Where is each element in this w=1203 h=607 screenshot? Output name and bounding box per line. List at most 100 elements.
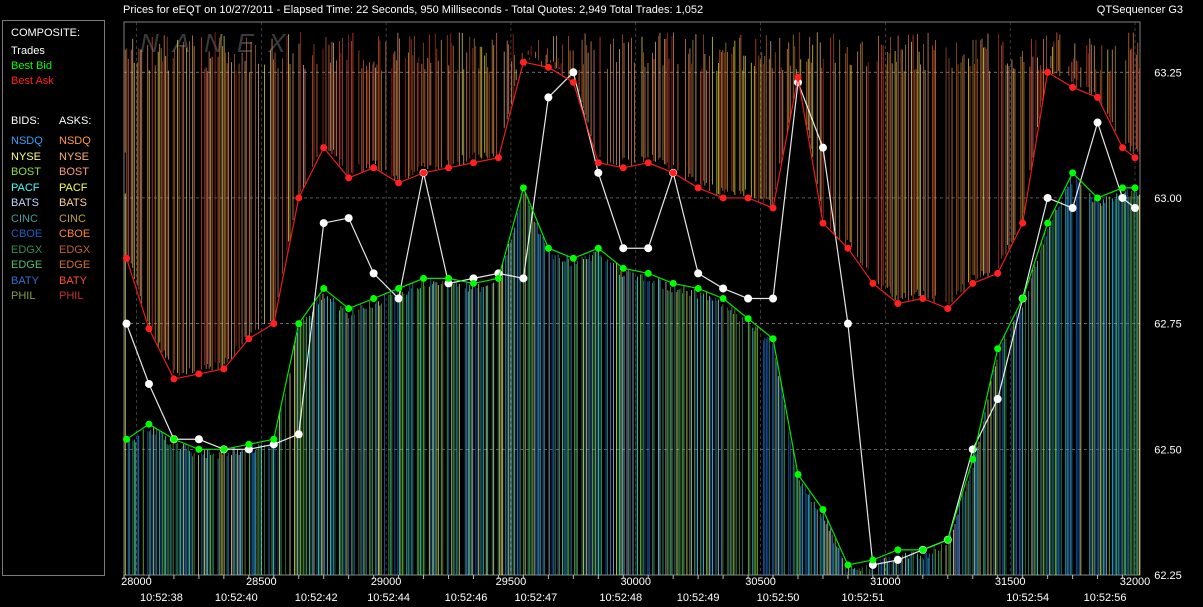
best-bid-point [445, 274, 453, 282]
x-tick-label: 30500 [745, 576, 776, 588]
best-bid-point [694, 284, 702, 292]
best-ask-point [1131, 154, 1139, 162]
best-ask-point [1044, 68, 1052, 76]
best-bid-point [270, 435, 278, 443]
best-bid-point [669, 279, 677, 287]
best-ask-point [644, 159, 652, 167]
best-bid-point [395, 284, 403, 292]
trades-point [319, 219, 328, 228]
best-bid-point [594, 244, 602, 252]
best-ask-point [719, 194, 727, 202]
trades-point [818, 143, 827, 152]
best-ask-point [819, 219, 827, 227]
time-tick-label: 10:52:42 [295, 592, 338, 604]
y-tick-label: 63.00 [1154, 193, 1182, 205]
best-bid-point [719, 295, 727, 302]
trades-point [1043, 193, 1052, 202]
best-ask-point [769, 204, 777, 212]
best-bid-point [1094, 194, 1102, 202]
time-tick-label: 10:52:48 [599, 592, 642, 604]
best-ask-point [122, 254, 130, 262]
time-tick-label: 10:52:44 [367, 592, 410, 604]
best-ask-point [994, 269, 1002, 277]
x-tick-label: 28500 [246, 576, 277, 588]
trades-point [394, 294, 403, 303]
best-bid-point [320, 284, 328, 292]
best-bid-point [944, 536, 952, 544]
trades-point [694, 269, 703, 278]
best-ask-point [944, 305, 952, 313]
best-bid-point [1069, 169, 1077, 177]
best-ask-point [794, 73, 802, 81]
best-bid-point [644, 269, 652, 277]
best-ask-point [420, 169, 428, 177]
trades-point [569, 68, 578, 77]
best-ask-point [1094, 93, 1102, 101]
best-bid-point [345, 305, 353, 313]
best-bid-point [619, 264, 627, 272]
trades-point [122, 319, 131, 328]
best-ask-point [544, 63, 552, 71]
best-bid-point [744, 315, 752, 323]
best-ask-point [145, 325, 153, 333]
trades-point [893, 555, 902, 564]
best-ask-point [594, 159, 602, 167]
best-ask-point [345, 174, 353, 182]
trades-point [843, 319, 852, 328]
y-tick-label: 62.50 [1154, 444, 1182, 456]
best-ask-point [270, 320, 278, 328]
time-tick-label: 10:52:51 [841, 592, 884, 604]
best-ask-point [969, 279, 977, 287]
trades-point [144, 379, 153, 388]
best-bid-point [569, 254, 577, 262]
best-bid-point [370, 295, 378, 302]
best-ask-point [619, 164, 627, 172]
trades-point [369, 269, 378, 278]
time-tick-label: 10:52:46 [445, 592, 488, 604]
price-chart: NANEX 62.2562.5062.7563.0063.2528000 2850… [121, 21, 1182, 604]
best-bid-point [122, 435, 130, 443]
best-ask-point [445, 164, 453, 172]
trades-point [769, 294, 778, 303]
trades-point [744, 294, 753, 303]
best-bid-point [794, 470, 802, 478]
trades-point [294, 430, 303, 439]
best-ask-point [519, 58, 527, 66]
best-ask-point [469, 159, 477, 167]
best-bid-point [1119, 184, 1127, 192]
best-ask-point [395, 179, 403, 187]
time-tick-label: 10:52:50 [757, 592, 800, 604]
x-tick-label: 30000 [620, 576, 651, 588]
best-bid-point [245, 440, 253, 448]
trades-point [1131, 204, 1140, 213]
best-ask-point [869, 279, 877, 287]
best-ask-point [494, 154, 502, 162]
trades-point [619, 244, 628, 253]
best-bid-point [1131, 184, 1139, 192]
time-tick-label: 10:52:54 [1006, 592, 1049, 604]
best-bid-point [894, 546, 902, 554]
best-bid-point [170, 435, 178, 443]
best-ask-point [370, 164, 378, 172]
best-ask-point [170, 375, 178, 383]
trades-point [719, 284, 728, 293]
best-ask-point [894, 300, 902, 308]
trades-point [644, 244, 653, 253]
trades-point [519, 274, 528, 283]
trades-point [1093, 118, 1102, 127]
time-tick-label: 10:52:40 [215, 592, 258, 604]
trades-point [594, 168, 603, 177]
best-bid-point [919, 546, 927, 554]
best-bid-point [220, 445, 228, 453]
best-bid-point [544, 244, 552, 252]
x-tick-label: 32000 [1120, 576, 1151, 588]
best-ask-point [220, 365, 228, 373]
time-tick-label: 10:52:47 [514, 592, 557, 604]
best-ask-point [1019, 219, 1027, 227]
best-ask-point [694, 184, 702, 192]
best-bid-point [494, 274, 502, 282]
x-tick-label: 28000 [121, 576, 152, 588]
best-ask-point [245, 335, 253, 343]
trades-point [1118, 193, 1127, 202]
y-tick-label: 63.25 [1154, 67, 1182, 79]
